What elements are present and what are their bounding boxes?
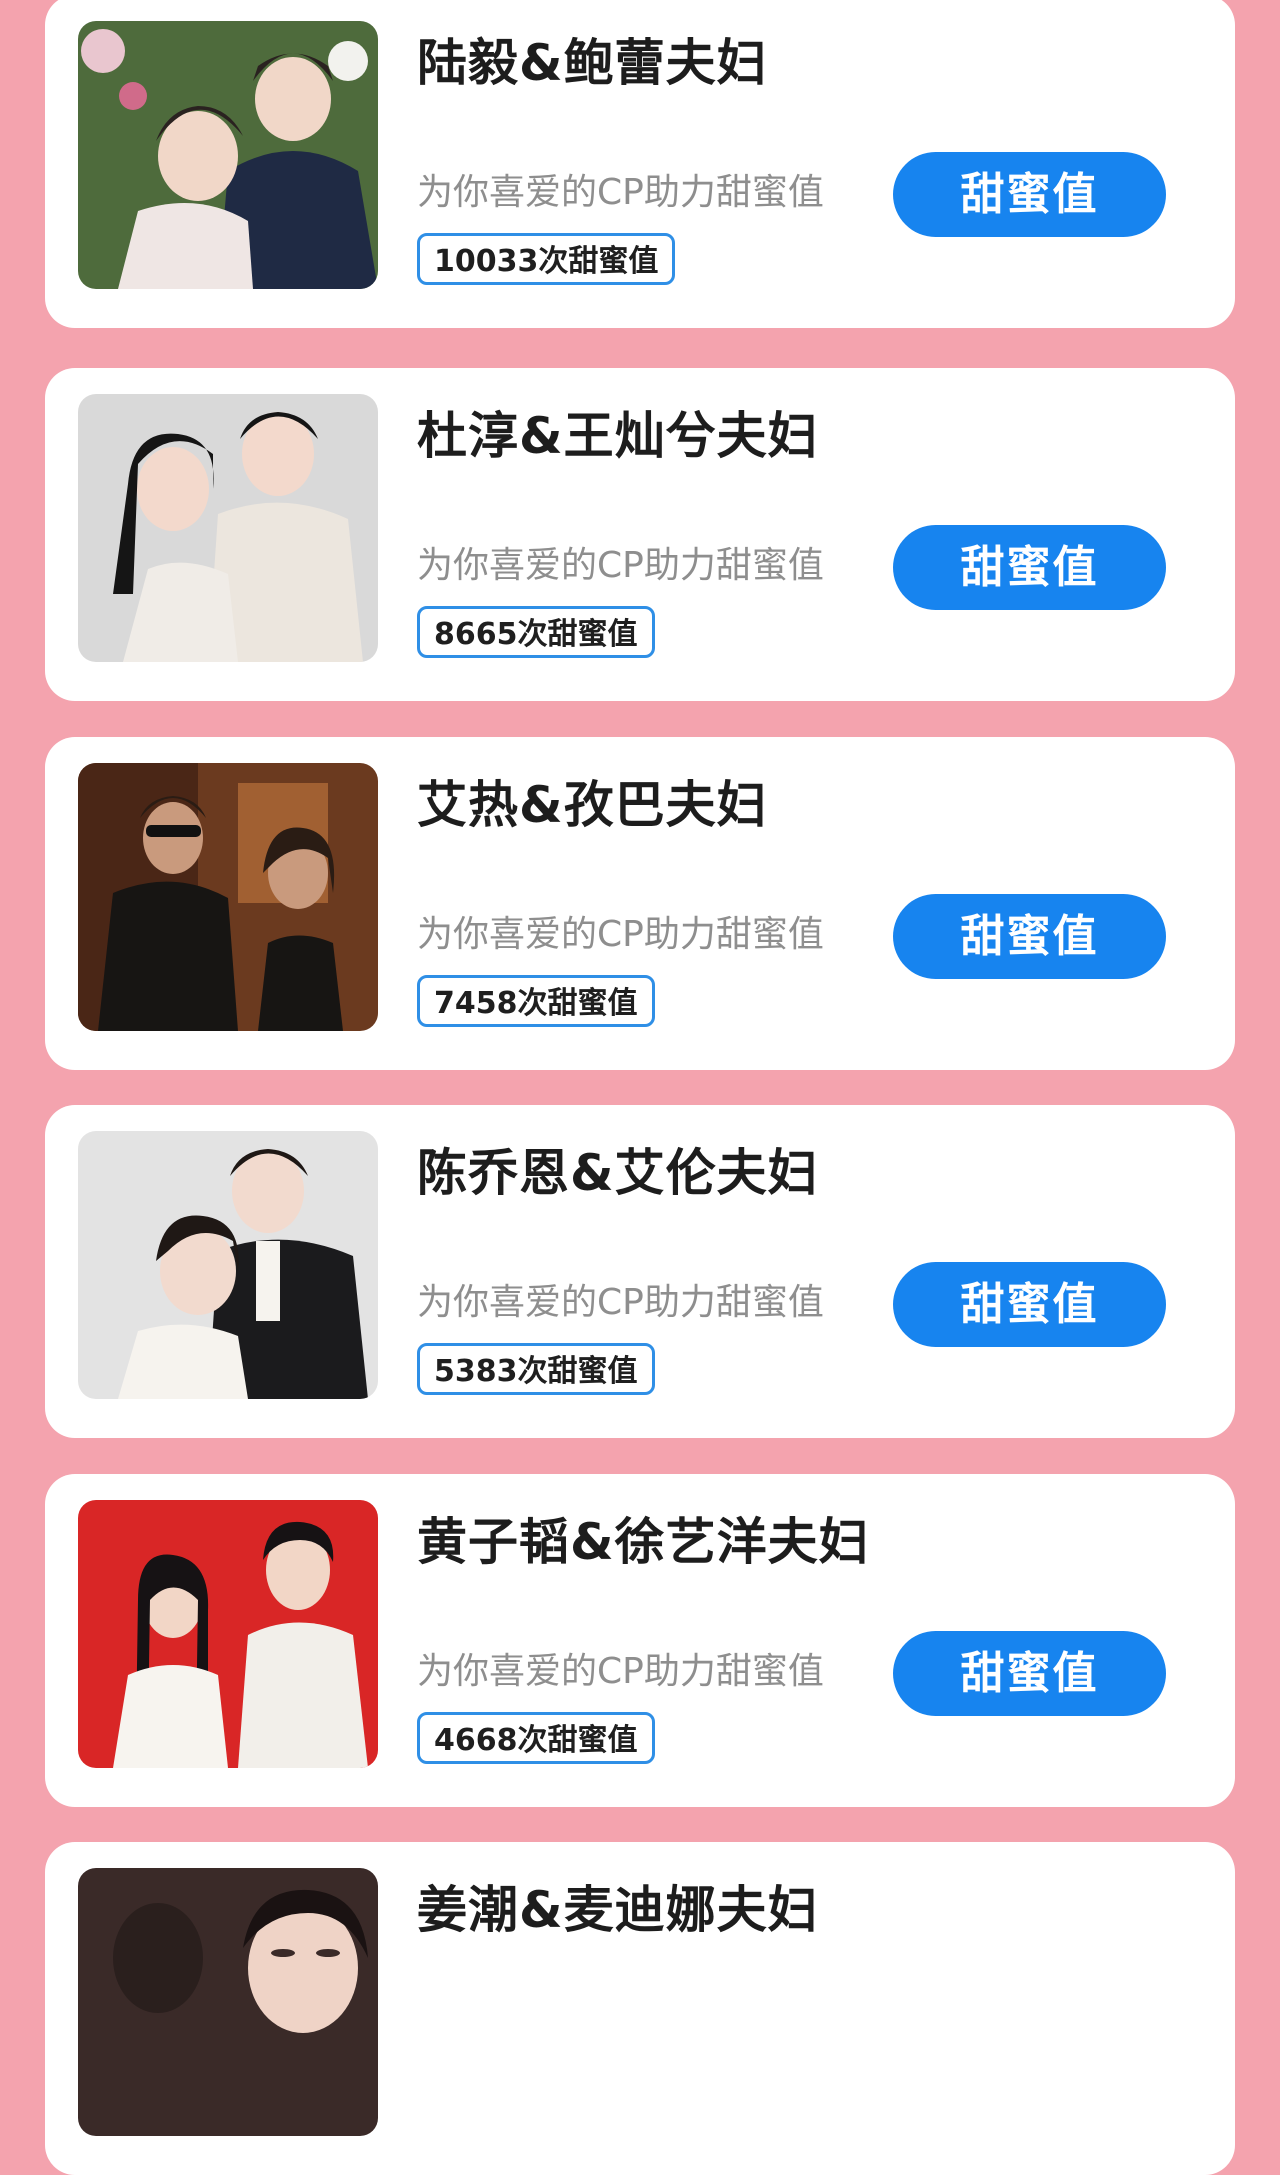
couple-photo (78, 1131, 378, 1399)
couple-name: 杜淳&王灿兮夫妇 (417, 407, 819, 465)
couple-list: 陆毅&鲍蕾夫妇 为你喜爱的CP助力甜蜜值 10033次甜蜜值 甜蜜值 杜淳&王灿… (0, 0, 1280, 2175)
couple-card[interactable]: 陆毅&鲍蕾夫妇 为你喜爱的CP助力甜蜜值 10033次甜蜜值 甜蜜值 (45, 0, 1235, 328)
sweetness-button[interactable]: 甜蜜值 (893, 525, 1166, 610)
couple-name: 陆毅&鲍蕾夫妇 (417, 34, 768, 92)
couple-card[interactable]: 陈乔恩&艾伦夫妇 为你喜爱的CP助力甜蜜值 5383次甜蜜值 甜蜜值 (45, 1105, 1235, 1438)
couple-description: 为你喜爱的CP助力甜蜜值 (417, 914, 824, 955)
couple-description: 为你喜爱的CP助力甜蜜值 (417, 1282, 824, 1323)
couple-name: 艾热&孜巴夫妇 (417, 776, 768, 834)
couple-photo (78, 394, 378, 662)
couple-photo (78, 21, 378, 289)
sweetness-count-badge: 4668次甜蜜值 (417, 1712, 655, 1764)
sweetness-button[interactable]: 甜蜜值 (893, 1262, 1166, 1347)
couple-card[interactable]: 黄子韬&徐艺洋夫妇 为你喜爱的CP助力甜蜜值 4668次甜蜜值 甜蜜值 (45, 1474, 1235, 1807)
couple-photo (78, 1868, 378, 2136)
couple-name: 姜潮&麦迪娜夫妇 (417, 1881, 819, 1939)
sweetness-count-badge: 5383次甜蜜值 (417, 1343, 655, 1395)
couple-name: 黄子韬&徐艺洋夫妇 (417, 1513, 870, 1571)
sweetness-count-badge: 10033次甜蜜值 (417, 233, 676, 285)
couple-card[interactable]: 艾热&孜巴夫妇 为你喜爱的CP助力甜蜜值 7458次甜蜜值 甜蜜值 (45, 737, 1235, 1070)
sweetness-count-badge: 8665次甜蜜值 (417, 606, 655, 658)
couple-photo (78, 1500, 378, 1768)
couple-description: 为你喜爱的CP助力甜蜜值 (417, 172, 824, 213)
couple-card[interactable]: 杜淳&王灿兮夫妇 为你喜爱的CP助力甜蜜值 8665次甜蜜值 甜蜜值 (45, 368, 1235, 701)
sweetness-button[interactable]: 甜蜜值 (893, 894, 1166, 979)
couple-description: 为你喜爱的CP助力甜蜜值 (417, 545, 824, 586)
couple-card[interactable]: 姜潮&麦迪娜夫妇 (45, 1842, 1235, 2175)
couple-name: 陈乔恩&艾伦夫妇 (417, 1144, 819, 1202)
sweetness-count-badge: 7458次甜蜜值 (417, 975, 655, 1027)
sweetness-button[interactable]: 甜蜜值 (893, 1631, 1166, 1716)
sweetness-button[interactable]: 甜蜜值 (893, 152, 1166, 237)
couple-photo (78, 763, 378, 1031)
couple-description: 为你喜爱的CP助力甜蜜值 (417, 1651, 824, 1692)
